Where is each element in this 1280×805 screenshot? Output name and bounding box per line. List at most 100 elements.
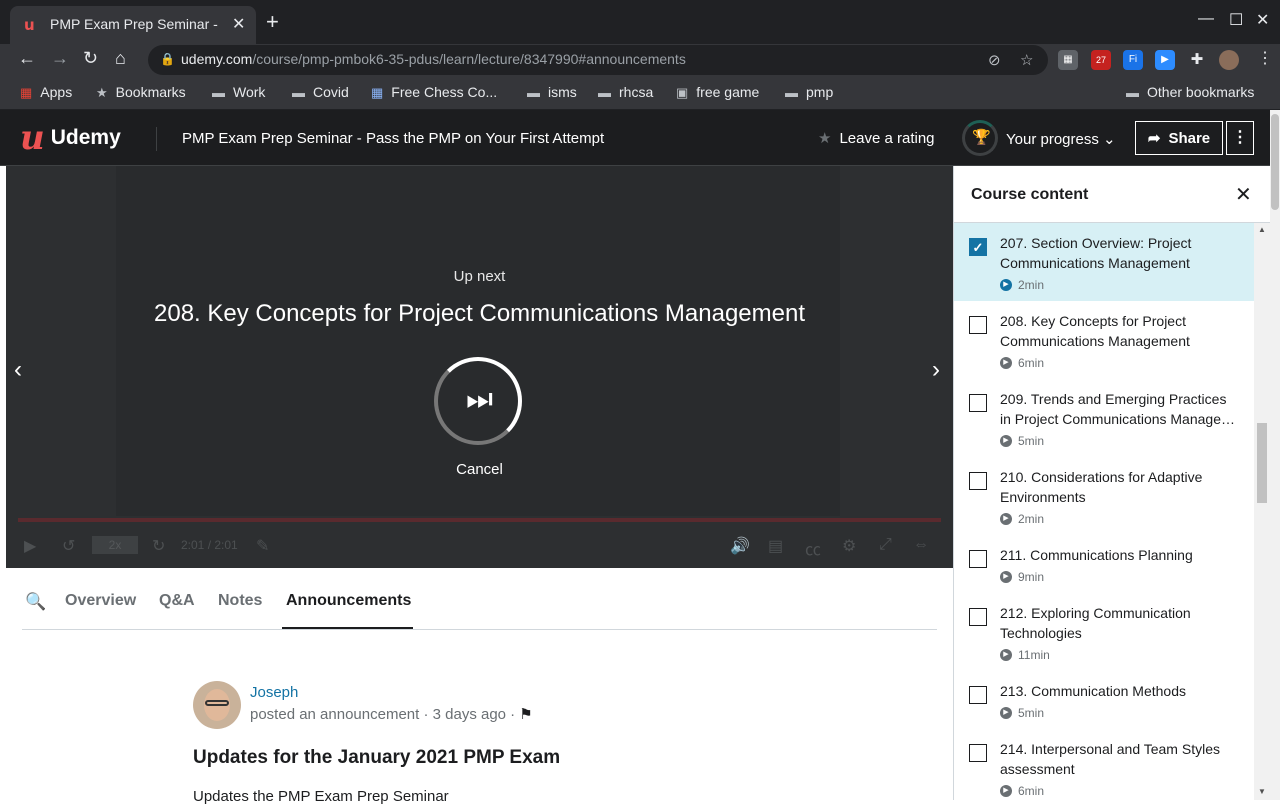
tab-overview[interactable]: Overview: [65, 592, 136, 610]
zoom-extension-icon[interactable]: ▶: [1155, 50, 1175, 70]
leave-rating-button[interactable]: ★ Leave a rating: [818, 129, 935, 147]
profile-avatar[interactable]: [1219, 50, 1239, 70]
lecture-checkbox[interactable]: ✓: [969, 238, 987, 256]
lecture-checkbox[interactable]: [969, 744, 987, 762]
other-bookmarks[interactable]: ▬ Other bookmarks: [1126, 84, 1254, 100]
share-button[interactable]: ➦ Share: [1135, 121, 1223, 155]
lecture-duration: ▶ 2min: [1000, 278, 1242, 292]
udemy-logo[interactable]: u Udemy: [20, 120, 121, 156]
previous-lecture-icon[interactable]: ‹: [14, 356, 22, 384]
your-progress-dropdown[interactable]: Your progress ⌄: [1006, 130, 1116, 148]
lecture-duration: ▶ 11min: [1000, 648, 1242, 662]
lecture-checkbox[interactable]: [969, 608, 987, 626]
play-next-button[interactable]: ⏭: [434, 357, 522, 445]
lecture-checkbox[interactable]: [969, 686, 987, 704]
forward-icon[interactable]: →: [51, 48, 69, 69]
bookmark-free-game[interactable]: ▣ free game: [676, 84, 759, 101]
browser-tab[interactable]: u PMP Exam Prep Seminar - ✕: [10, 6, 256, 44]
notes-icon[interactable]: ✎: [256, 536, 269, 556]
lecture-checkbox[interactable]: [969, 316, 987, 334]
bookmark-bookmarks[interactable]: ★ Bookmarks: [96, 84, 186, 101]
url-text[interactable]: udemy.com/course/pmp-pmbok6-35-pdus/lear…: [181, 51, 686, 67]
chrome-menu-icon[interactable]: ⋮: [1257, 48, 1273, 68]
lecture-item-207[interactable]: ✓ 207. Section Overview: Project Communi…: [954, 223, 1254, 301]
lecture-item-211[interactable]: 211. Communications Planning ▶ 9min: [954, 535, 1254, 593]
scroll-up-arrow-icon[interactable]: ▲: [1258, 225, 1266, 234]
maximize-window-icon[interactable]: ☐: [1229, 10, 1243, 30]
lecture-item-209[interactable]: 209. Trends and Emerging Practices in Pr…: [954, 379, 1254, 457]
new-tab-button[interactable]: +: [266, 11, 279, 33]
more-options-button[interactable]: ⋮: [1226, 121, 1254, 155]
time-display: 2:01 / 2:01: [181, 538, 238, 552]
back-icon[interactable]: ←: [18, 48, 36, 69]
close-window-icon[interactable]: ✕: [1256, 10, 1269, 30]
forward-icon[interactable]: ↻: [152, 536, 165, 556]
lecture-item-210[interactable]: 210. Considerations for Adaptive Environ…: [954, 457, 1254, 535]
home-icon[interactable]: ⌂: [115, 48, 126, 69]
star-icon: ★: [96, 85, 108, 100]
lecture-item-214[interactable]: 214. Interpersonal and Team Styles asses…: [954, 729, 1254, 800]
play-icon[interactable]: ▶: [24, 536, 36, 556]
lecture-checkbox[interactable]: [969, 550, 987, 568]
lecture-title: 210. Considerations for Adaptive Environ…: [1000, 469, 1203, 505]
lecture-item-213[interactable]: 213. Communication Methods ▶ 5min: [954, 671, 1254, 729]
transcript-icon[interactable]: ▤: [768, 536, 783, 556]
author-avatar[interactable]: [193, 681, 241, 729]
extension-badge-icon[interactable]: 27: [1091, 50, 1111, 70]
cancel-autoplay-button[interactable]: Cancel: [6, 461, 953, 478]
tab-announcements[interactable]: Announcements: [286, 592, 411, 610]
page-scrollbar[interactable]: [1270, 110, 1280, 800]
extension-fi-icon[interactable]: Fi: [1123, 50, 1143, 70]
volume-icon[interactable]: 🔊: [730, 536, 750, 556]
course-header: u Udemy PMP Exam Prep Seminar - Pass the…: [0, 110, 1270, 166]
progress-ring[interactable]: 🏆: [962, 120, 998, 156]
close-sidebar-icon[interactable]: ✕: [1235, 182, 1252, 207]
browser-tab-title: PMP Exam Prep Seminar -: [50, 16, 218, 32]
lecture-item-212[interactable]: 212. Exploring Communication Technologie…: [954, 593, 1254, 671]
address-bar[interactable]: 🔒 udemy.com/course/pmp-pmbok6-35-pdus/le…: [148, 45, 1048, 75]
close-tab-icon[interactable]: ✕: [232, 14, 245, 34]
video-player[interactable]: Up next 208. Key Concepts for Project Co…: [6, 166, 953, 568]
progress-seekbar[interactable]: [18, 518, 941, 522]
bookmark-isms[interactable]: ▬ isms: [527, 84, 577, 100]
bookmarks-bar: ▦ Apps ★ Bookmarks ▬ Work ▬ Covid ▦ Free Ches…: [0, 76, 1280, 110]
report-flag-icon[interactable]: ⚑: [519, 706, 532, 723]
browser-toolbar: ← → ↻ ⌂ 🔒 udemy.com/course/pmp-pmbok6-35…: [0, 44, 1280, 76]
lecture-checkbox[interactable]: [969, 394, 987, 412]
page-scroll-thumb[interactable]: [1271, 114, 1279, 210]
expand-icon[interactable]: ⇔: [913, 536, 929, 554]
sidebar-scroll-thumb[interactable]: [1257, 423, 1267, 503]
course-title[interactable]: PMP Exam Prep Seminar - Pass the PMP on …: [182, 130, 604, 147]
bookmark-rhcsa[interactable]: ▬ rhcsa: [598, 84, 653, 100]
scroll-down-arrow-icon[interactable]: ▼: [1258, 787, 1266, 796]
search-icon[interactable]: 🔍: [25, 592, 46, 612]
author-name-link[interactable]: Joseph: [250, 684, 298, 701]
fullscreen-icon[interactable]: ⤢: [879, 536, 892, 554]
lecture-item-208[interactable]: 208. Key Concepts for Project Communicat…: [954, 301, 1254, 379]
bookmark-apps[interactable]: ▦ Apps: [20, 84, 72, 101]
tab-qa[interactable]: Q&A: [159, 592, 195, 610]
captions-icon[interactable]: ㏄: [805, 536, 821, 560]
bookmark-star-icon[interactable]: ☆: [1020, 51, 1033, 69]
tracking-blocked-icon[interactable]: ⊘: [988, 51, 1001, 69]
playback-speed-button[interactable]: 2x: [92, 536, 138, 554]
lecture-title: 212. Exploring Communication Technologie…: [1000, 605, 1191, 641]
game-favicon-icon: ▣: [676, 85, 689, 100]
bookmark-free-chess[interactable]: ▦ Free Chess Co...: [371, 84, 497, 101]
extension-icon[interactable]: ▦: [1058, 50, 1078, 70]
lecture-checkbox[interactable]: [969, 472, 987, 490]
bookmark-work[interactable]: ▬ Work: [212, 84, 265, 100]
next-lecture-icon[interactable]: ›: [932, 356, 940, 384]
settings-gear-icon[interactable]: ⚙: [842, 536, 856, 556]
extensions-puzzle-icon[interactable]: ✚: [1187, 50, 1207, 70]
tab-notes[interactable]: Notes: [218, 592, 262, 610]
sidebar-scrollbar[interactable]: ▲ ▼: [1254, 223, 1270, 800]
minimize-window-icon[interactable]: —: [1198, 10, 1214, 28]
rewind-icon[interactable]: ↺: [62, 536, 75, 556]
lock-icon[interactable]: 🔒: [160, 52, 175, 66]
lecture-title: 213. Communication Methods: [1000, 683, 1186, 699]
lecture-tabs: 🔍 Overview Q&A Notes Announcements: [22, 568, 937, 630]
reload-icon[interactable]: ↻: [83, 48, 98, 69]
bookmark-covid[interactable]: ▬ Covid: [292, 84, 349, 100]
bookmark-pmp[interactable]: ▬ pmp: [785, 84, 833, 100]
